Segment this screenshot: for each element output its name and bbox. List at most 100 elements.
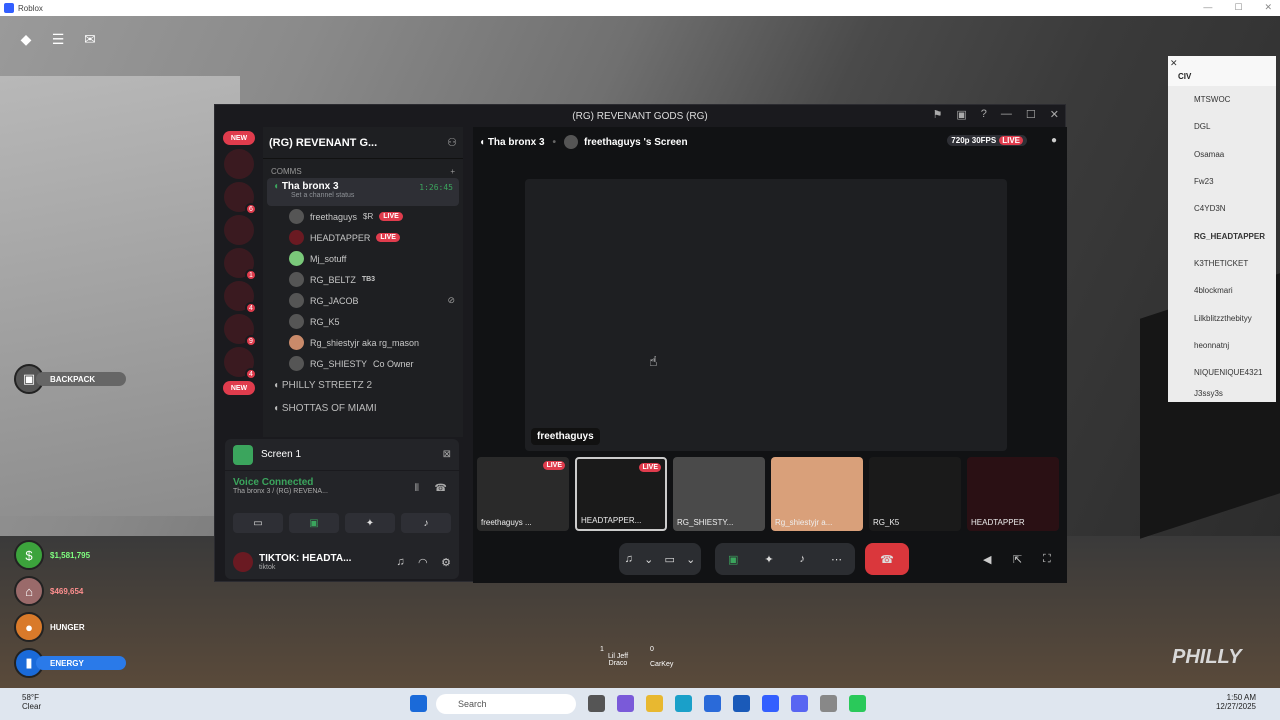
server-icon[interactable]: 4 <box>224 347 257 380</box>
participant-tile[interactable]: RG_K5 <box>869 457 961 531</box>
participant-tile[interactable]: Rg_shiestyjr a... <box>771 457 863 531</box>
help-icon[interactable]: ? <box>981 108 987 121</box>
user-area[interactable]: TIKTOK: HEADTA... tiktok ♫ ◠ ⚙ <box>225 545 459 579</box>
disconnect-icon[interactable]: ☎ <box>435 483 447 494</box>
server-icon[interactable] <box>224 149 254 179</box>
server-icon[interactable]: 6 <box>224 182 257 215</box>
screen-share-status[interactable]: Screen 1 ⊠ <box>225 439 459 471</box>
mic-icon[interactable]: ♫ <box>396 556 404 568</box>
participant-tile[interactable]: HEADTAPPER <box>967 457 1059 531</box>
hotbar-slot[interactable]: 0 CarKey <box>650 646 673 668</box>
chat-icon[interactable]: ● <box>1051 135 1057 146</box>
new-badge[interactable]: NEW <box>223 381 255 395</box>
participant-tile[interactable]: RG_SHIESTY... <box>673 457 765 531</box>
hotbar-slot[interactable]: 1 Lil Jeff Draco <box>600 646 636 668</box>
voice-user[interactable]: Mj_sotuff <box>263 248 463 269</box>
maximize-icon[interactable]: ☐ <box>1026 108 1036 121</box>
player-row[interactable]: Osamaa <box>1168 141 1276 168</box>
screenshare-icon[interactable]: ▣ <box>728 553 738 566</box>
discord-overlay[interactable]: (RG) REVENANT GODS (RG) ⚑ ▣? — ☐ ✕ NEW 6 1 4… <box>214 104 1067 583</box>
player-row[interactable]: Lilkblitzzthebityy <box>1168 304 1276 331</box>
player-row[interactable]: C4YD3N <box>1168 195 1276 222</box>
soundboard-icon[interactable]: ♪ <box>800 553 806 565</box>
close-icon[interactable]: ✕ <box>1050 108 1059 121</box>
voice-channel-item[interactable]: ◖ PHILLY STREETZ 2 <box>263 374 463 397</box>
minimize-icon[interactable]: — <box>1001 108 1012 121</box>
chat-icon[interactable]: ✉ <box>78 28 102 50</box>
player-row[interactable]: RG_HEADTAPPER <box>1168 222 1276 249</box>
activities-icon[interactable]: ✦ <box>764 553 773 566</box>
popout-icon[interactable]: ⇱ <box>1013 553 1022 566</box>
player-row[interactable]: MTSWOC <box>1168 86 1276 113</box>
server-header[interactable]: (RG) REVENANT G... ⚇ <box>263 127 463 159</box>
server-icon[interactable]: 9 <box>224 314 257 347</box>
player-row[interactable]: NIQUENIQUE4321 <box>1168 359 1276 386</box>
category-header[interactable]: COMMS + <box>263 159 463 178</box>
mic-icon[interactable]: ♫ <box>625 553 633 565</box>
close-icon[interactable]: ✕ <box>1264 2 1272 13</box>
hamburger-icon[interactable]: ☰ <box>46 28 70 50</box>
chevron-down-icon[interactable]: ⌄ <box>644 553 653 566</box>
server-icon[interactable]: 4 <box>224 281 257 314</box>
player-row[interactable]: DGL <box>1168 113 1276 140</box>
flag-icon[interactable]: ⚑ <box>933 108 943 121</box>
voice-user[interactable]: RG_SHIESTY Co Owner <box>263 353 463 374</box>
participant-tile[interactable]: LIVE HEADTAPPER... <box>575 457 667 531</box>
windows-start-icon[interactable] <box>410 695 427 712</box>
settings-icon[interactable] <box>820 695 837 712</box>
app-icon[interactable] <box>849 695 866 712</box>
taskbar-search[interactable]: Search <box>436 694 576 714</box>
soundboard-button[interactable]: ♪ <box>401 513 451 533</box>
settings-icon[interactable]: ⚙ <box>441 556 451 569</box>
store-icon[interactable] <box>704 695 721 712</box>
minimize-icon[interactable]: — <box>1203 2 1212 13</box>
voice-user[interactable]: freethaguys $R LIVE <box>263 206 463 227</box>
camera-button[interactable]: ▭ <box>233 513 283 533</box>
player-row[interactable]: J3ssy3s <box>1168 386 1276 400</box>
player-row[interactable]: heonnatnj <box>1168 332 1276 359</box>
activities-button[interactable]: ✦ <box>345 513 395 533</box>
taskview-icon[interactable] <box>588 695 605 712</box>
close-icon[interactable]: ✕ <box>1170 58 1178 69</box>
more-icon[interactable]: ⋯ <box>831 553 842 566</box>
add-member-icon[interactable]: ⚇ <box>447 136 457 149</box>
player-row[interactable]: 4blockmari <box>1168 277 1276 304</box>
voice-user[interactable]: Rg_shiestyjr aka rg_mason <box>263 332 463 353</box>
volume-icon[interactable]: ◀ <box>983 553 991 566</box>
weather-widget[interactable]: 58°F Clear <box>22 693 41 711</box>
voice-user[interactable]: HEADTAPPER LIVE <box>263 227 463 248</box>
voice-channel[interactable]: ◖ Tha bronx 3 Set a channel status 1:26:… <box>267 178 459 206</box>
backpack-stat[interactable]: ▣ BACKPACK <box>14 364 126 394</box>
add-channel-icon[interactable]: + <box>450 167 455 176</box>
headset-icon[interactable]: ◠ <box>419 556 427 569</box>
voice-user[interactable]: RG_K5 <box>263 311 463 332</box>
folder-icon[interactable] <box>646 695 663 712</box>
player-row[interactable]: Fw23 <box>1168 168 1276 195</box>
fullscreen-icon[interactable]: ⛶ <box>1043 553 1051 566</box>
popout-icon[interactable]: ▣ <box>956 108 966 121</box>
camera-icon[interactable]: ▭ <box>665 553 675 566</box>
clock[interactable]: 1:50 AM 12/27/2025 <box>1216 693 1256 711</box>
channel-status[interactable]: Set a channel status <box>291 192 453 199</box>
stream-view[interactable]: ☝ freethaguys <box>525 179 1007 451</box>
new-badge[interactable]: NEW <box>223 131 255 145</box>
participant-tile[interactable]: LIVE freethaguys ... <box>477 457 569 531</box>
disconnect-button[interactable]: ☎ <box>865 543 909 575</box>
voice-channel-item[interactable]: ◖ SHOTTAS OF MIAMI <box>263 397 463 420</box>
noise-icon[interactable]: ⦀ <box>415 483 419 494</box>
outlook-icon[interactable] <box>733 695 750 712</box>
player-row[interactable]: K3THETICKET <box>1168 250 1276 277</box>
server-icon[interactable] <box>224 215 254 245</box>
voice-user[interactable]: RG_JACOB ⊘ <box>263 290 463 311</box>
edge-icon[interactable] <box>675 695 692 712</box>
chevron-down-icon[interactable]: ⌄ <box>686 553 695 566</box>
maximize-icon[interactable]: ☐ <box>1234 2 1242 13</box>
roblox-icon[interactable] <box>762 695 779 712</box>
stop-share-icon[interactable]: ⊠ <box>443 449 451 460</box>
voice-user[interactable]: RG_BELTZ TB3 <box>263 269 463 290</box>
discord-icon[interactable] <box>791 695 808 712</box>
server-icon[interactable]: 1 <box>224 248 257 281</box>
copilot-icon[interactable] <box>617 695 634 712</box>
screenshare-button[interactable]: ▣ <box>289 513 339 533</box>
roblox-menu-icon[interactable]: ◆ <box>14 28 38 50</box>
